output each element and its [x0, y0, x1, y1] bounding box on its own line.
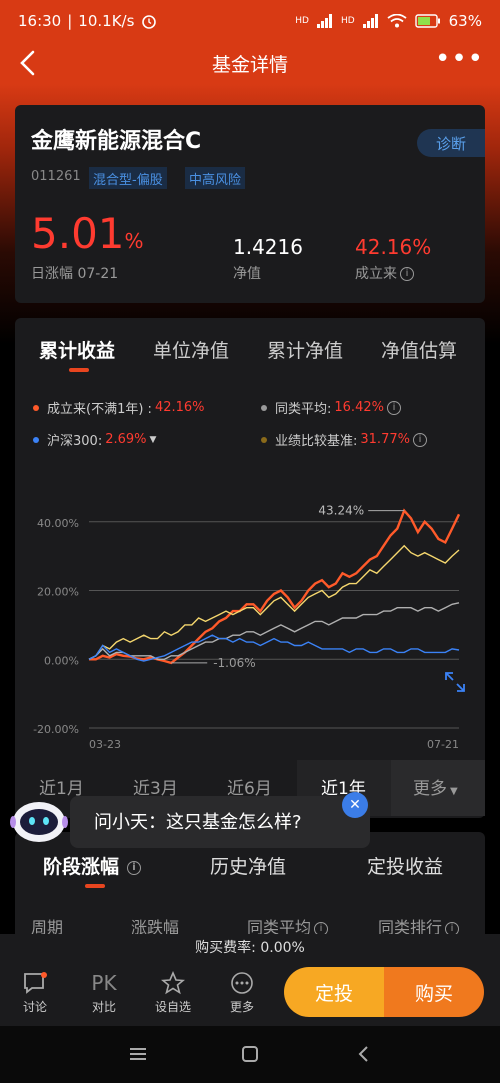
signal-icon — [316, 14, 332, 28]
x-tick-label: 07-21 — [427, 738, 459, 748]
legend-csi300[interactable]: 沪深300: 2.69% ▼ — [33, 430, 156, 449]
line-chart[interactable]: 40.00% 20.00% 0.00% -20.00% 03-23 07-21 43.24%… — [15, 478, 485, 748]
legend-dot — [261, 436, 267, 443]
status-time: 16:30 — [18, 12, 62, 30]
series-line — [88, 544, 460, 660]
more-icon — [217, 970, 267, 996]
battery-icon — [414, 14, 440, 28]
tab-nav-estimate[interactable]: 净值估算 — [381, 336, 457, 363]
purchase-fee: 购买费率: 0.00% — [0, 934, 500, 962]
battery-level: 63% — [448, 12, 482, 30]
diagnose-button[interactable]: 诊断 — [417, 129, 485, 157]
chat-icon — [10, 970, 60, 996]
fund-type-tag: 混合型-偏股 — [89, 167, 167, 189]
nav-bar: 基金详情 ••• — [0, 42, 500, 84]
add-watchlist-button[interactable]: 设自选 — [148, 970, 198, 1015]
legend-dot — [33, 436, 39, 443]
more-menu-icon[interactable]: ••• — [435, 44, 484, 74]
since-inception-value: 42.16% — [355, 235, 432, 259]
period-returns-card: 阶段涨幅 i 历史净值 定投收益 周期 涨跌幅 同类平均 i 同类排行 i — [15, 832, 485, 942]
max-annotation: 43.24% — [318, 504, 364, 518]
sip-button[interactable]: 定投 — [284, 967, 384, 1017]
active-tab-indicator — [69, 368, 89, 372]
info-icon[interactable]: i — [127, 860, 142, 875]
page-title: 基金详情 — [211, 54, 288, 76]
tab-unit-nav[interactable]: 单位净值 — [153, 336, 229, 363]
signal-icon-2 — [362, 14, 378, 28]
nav-label: 净值 — [233, 266, 261, 282]
bottom-action-bar: 讨论 PK 对比 设自选 更多 定投 购买 — [0, 962, 500, 1026]
star-icon — [148, 970, 198, 996]
tab-period-returns[interactable]: 阶段涨幅 i — [43, 852, 142, 879]
fund-summary-card: 金鹰新能源混合C 诊断 011261 混合型-偏股 中高风险 5.01% 日涨幅… — [15, 105, 485, 303]
risk-level-tag: 中高风险 — [185, 167, 246, 189]
menu-icon[interactable] — [128, 1044, 148, 1064]
legend-dot — [261, 404, 267, 411]
y-tick-label: 40.00% — [37, 517, 79, 530]
since-inception-label[interactable]: 成立来 i — [355, 263, 414, 283]
legend-dot — [33, 404, 39, 411]
tab-cumulative-return[interactable]: 累计收益 — [39, 336, 115, 363]
legend-fund: 成立来(不满1年) : 42.16% — [33, 398, 205, 417]
robot-assistant-icon[interactable] — [8, 796, 70, 846]
y-tick-label: 0.00% — [44, 654, 79, 667]
status-bar: 16:30 | 10.1K/s HD HD 63% — [0, 0, 500, 42]
tab-sip-returns[interactable]: 定投收益 — [367, 852, 443, 879]
performance-chart-card: 累计收益 单位净值 累计净值 净值估算 成立来(不满1年) : 42.16% 同… — [15, 318, 485, 818]
y-tick-label: -20.00% — [33, 723, 79, 736]
buy-button[interactable]: 购买 — [384, 967, 484, 1017]
fund-name: 金鹰新能源混合C — [31, 129, 202, 154]
tab-history-nav[interactable]: 历史净值 — [210, 852, 286, 879]
discuss-button[interactable]: 讨论 — [10, 970, 60, 1015]
system-nav-bar — [0, 1026, 500, 1083]
series-line — [88, 602, 460, 661]
range-more[interactable]: 更多 ▼ — [413, 774, 458, 799]
caret-down-icon: ▼ — [450, 786, 458, 797]
network-speed: 10.1K/s — [78, 12, 135, 30]
series-line — [89, 508, 461, 665]
x-tick-label: 03-23 — [89, 738, 121, 748]
info-icon[interactable]: i — [412, 432, 427, 447]
dropdown-caret-icon[interactable]: ▼ — [150, 435, 157, 445]
y-tick-label: 20.00% — [37, 586, 79, 599]
back-nav-icon[interactable] — [354, 1044, 374, 1064]
series-line — [88, 634, 460, 662]
more-actions-button[interactable]: 更多 — [217, 970, 267, 1015]
compare-button[interactable]: PK 对比 — [79, 970, 129, 1015]
daily-change: 5.01% — [31, 209, 144, 258]
assistant-prompt[interactable]: 问小天：这只基金怎么样? — [70, 796, 370, 848]
legend-benchmark: 业绩比较基准: 31.77% i — [261, 430, 427, 449]
fullscreen-expand-icon[interactable] — [443, 670, 467, 694]
signal-hd-2: HD — [340, 16, 355, 26]
alarm-icon — [142, 15, 157, 29]
daily-change-label: 日涨幅 07-21 — [31, 266, 119, 282]
min-annotation: -1.06% — [213, 656, 255, 670]
info-icon[interactable]: i — [400, 267, 414, 281]
home-icon[interactable] — [240, 1044, 260, 1064]
legend-category-avg: 同类平均: 16.42% i — [261, 398, 401, 417]
bottom-tab-indicator — [85, 884, 105, 888]
wifi-icon — [387, 14, 407, 28]
pk-icon: PK — [91, 971, 117, 995]
signal-hd-1: HD — [295, 16, 309, 26]
nav-value: 1.4216 — [233, 235, 303, 259]
tab-cumulative-nav[interactable]: 累计净值 — [267, 336, 343, 363]
close-icon[interactable]: ✕ — [342, 792, 368, 818]
info-icon[interactable]: i — [386, 400, 401, 415]
fund-code: 011261 — [31, 169, 81, 184]
